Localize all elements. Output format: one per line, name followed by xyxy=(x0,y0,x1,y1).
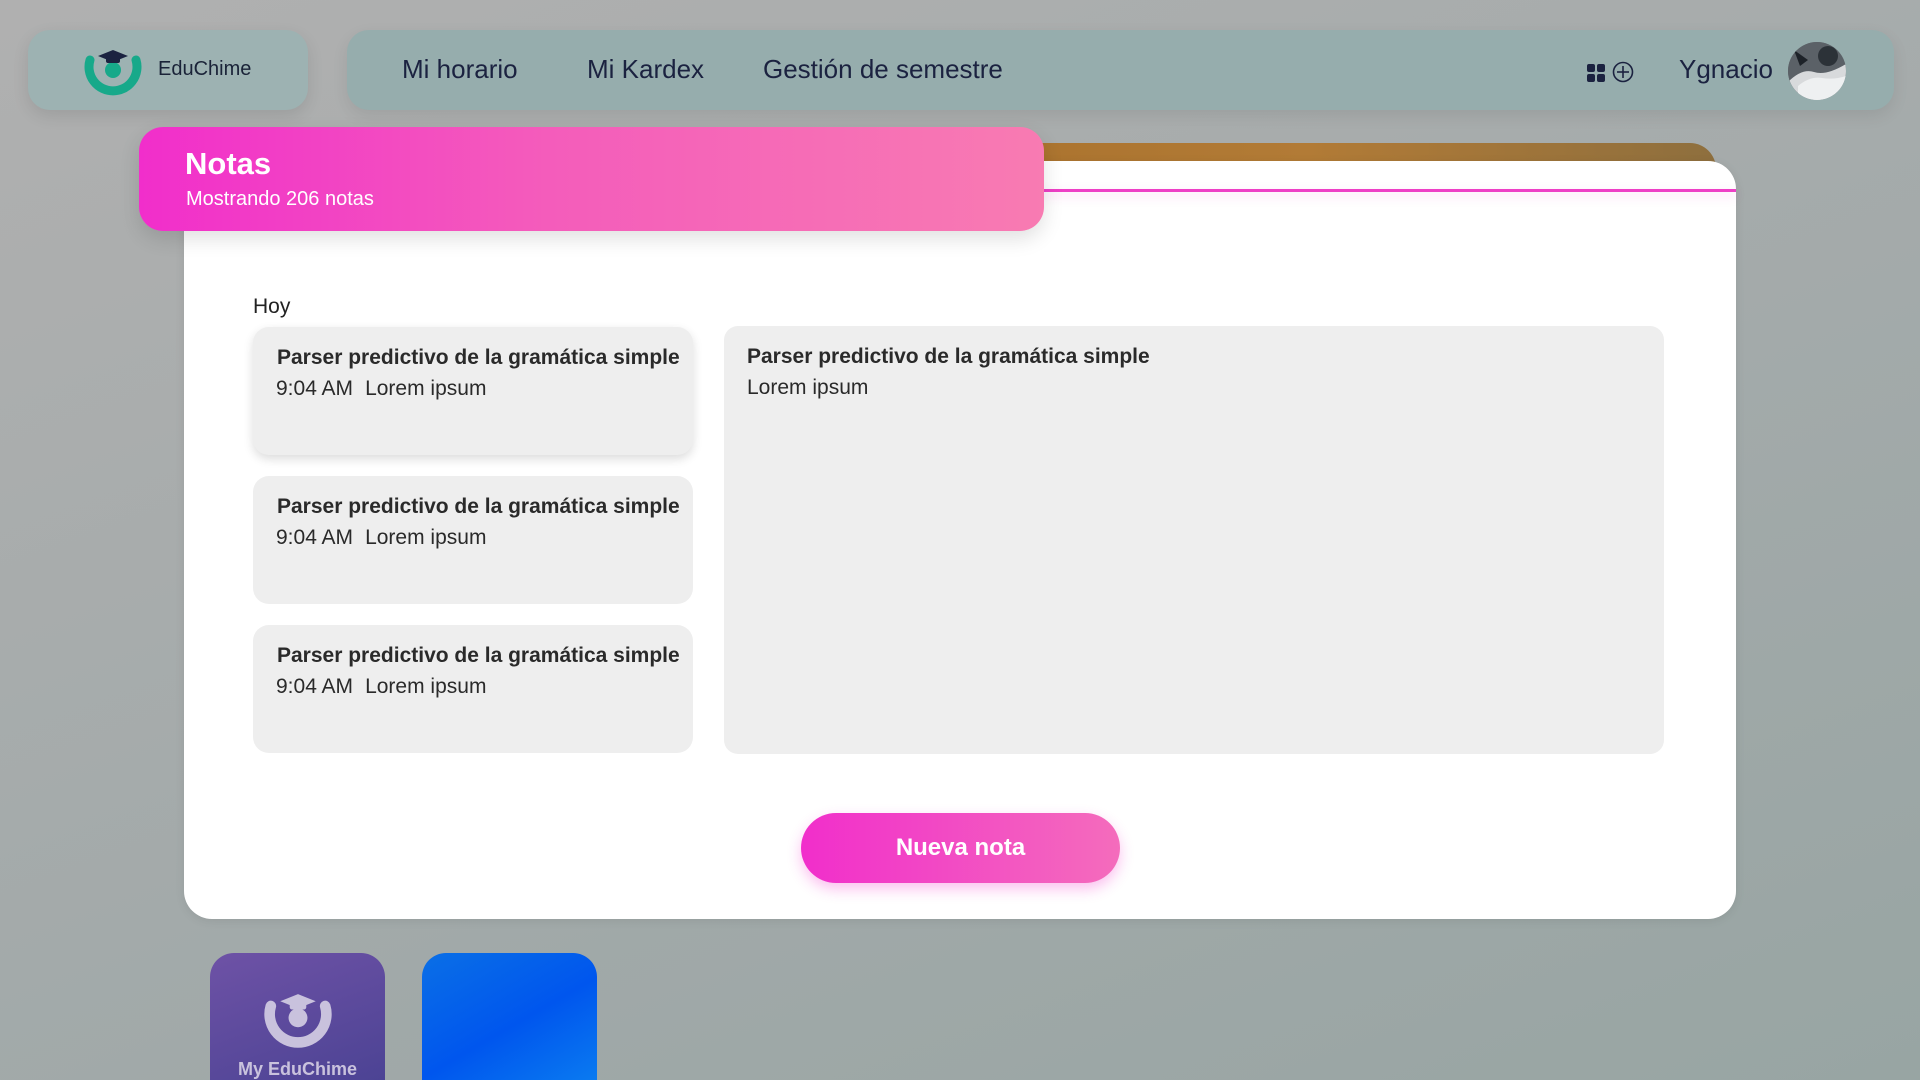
graduation-cap-logo-icon[interactable] xyxy=(80,46,146,96)
nav-link-mi-horario[interactable]: Mi horario xyxy=(402,54,518,85)
dock-app-label: My EduChime xyxy=(237,1059,357,1079)
brand-name: EduChime xyxy=(158,58,252,80)
grid-cell xyxy=(1597,74,1605,82)
section-label-today: Hoy xyxy=(253,295,291,318)
note-preview: Lorem ipsum xyxy=(365,526,487,549)
note-meta: 9:04 AM Lorem ipsum xyxy=(276,675,486,699)
note-list-item[interactable]: Parser predictivo de la gramática simple… xyxy=(253,327,693,455)
add-circle-icon[interactable] xyxy=(1612,61,1634,83)
note-time: 9:04 AM xyxy=(276,526,354,549)
note-detail-title: Parser predictivo de la gramática simple xyxy=(747,345,1150,368)
dock-app-my-educhime[interactable]: My EduChime xyxy=(210,953,385,1080)
notes-count: Mostrando 206 notas xyxy=(186,188,374,210)
top-nav-bar: Mi horario Mi Kardex Gestión de semestre… xyxy=(347,30,1894,110)
note-preview: Lorem ipsum xyxy=(365,377,487,400)
grid-cell xyxy=(1597,64,1605,72)
grid-cell xyxy=(1587,64,1595,72)
page-title: Notas xyxy=(185,146,272,181)
note-time: 9:04 AM xyxy=(276,675,354,698)
note-detail-view[interactable]: Parser predictivo de la gramática simple… xyxy=(724,326,1664,754)
note-title: Parser predictivo de la gramática simple xyxy=(277,495,680,518)
panel-accent-line xyxy=(1040,189,1736,192)
nav-link-gestion-semestre[interactable]: Gestión de semestre xyxy=(763,54,1003,85)
note-detail-body[interactable]: Lorem ipsum xyxy=(747,376,868,400)
graduation-cap-logo-icon xyxy=(264,994,332,1048)
nav-link-mi-kardex[interactable]: Mi Kardex xyxy=(587,54,704,85)
dock-app-blue[interactable] xyxy=(422,953,597,1080)
note-meta: 9:04 AM Lorem ipsum xyxy=(276,377,486,401)
avatar[interactable] xyxy=(1788,42,1846,100)
new-note-button[interactable]: Nueva nota xyxy=(801,813,1120,883)
user-name[interactable]: Ygnacio xyxy=(1679,54,1773,85)
note-title: Parser predictivo de la gramática simple xyxy=(277,644,680,667)
note-title: Parser predictivo de la gramática simple xyxy=(277,346,680,369)
notes-header: Notas Mostrando 206 notas xyxy=(139,127,1044,231)
brand-bar: EduChime xyxy=(28,30,308,110)
note-meta: 9:04 AM Lorem ipsum xyxy=(276,526,486,550)
note-time: 9:04 AM xyxy=(276,377,354,400)
note-list-item[interactable]: Parser predictivo de la gramática simple… xyxy=(253,625,693,753)
apps-grid-icon[interactable] xyxy=(1587,64,1605,82)
note-preview: Lorem ipsum xyxy=(365,675,487,698)
grid-cell xyxy=(1587,74,1595,82)
note-list-item[interactable]: Parser predictivo de la gramática simple… xyxy=(253,476,693,604)
avatar-image xyxy=(1788,42,1846,100)
